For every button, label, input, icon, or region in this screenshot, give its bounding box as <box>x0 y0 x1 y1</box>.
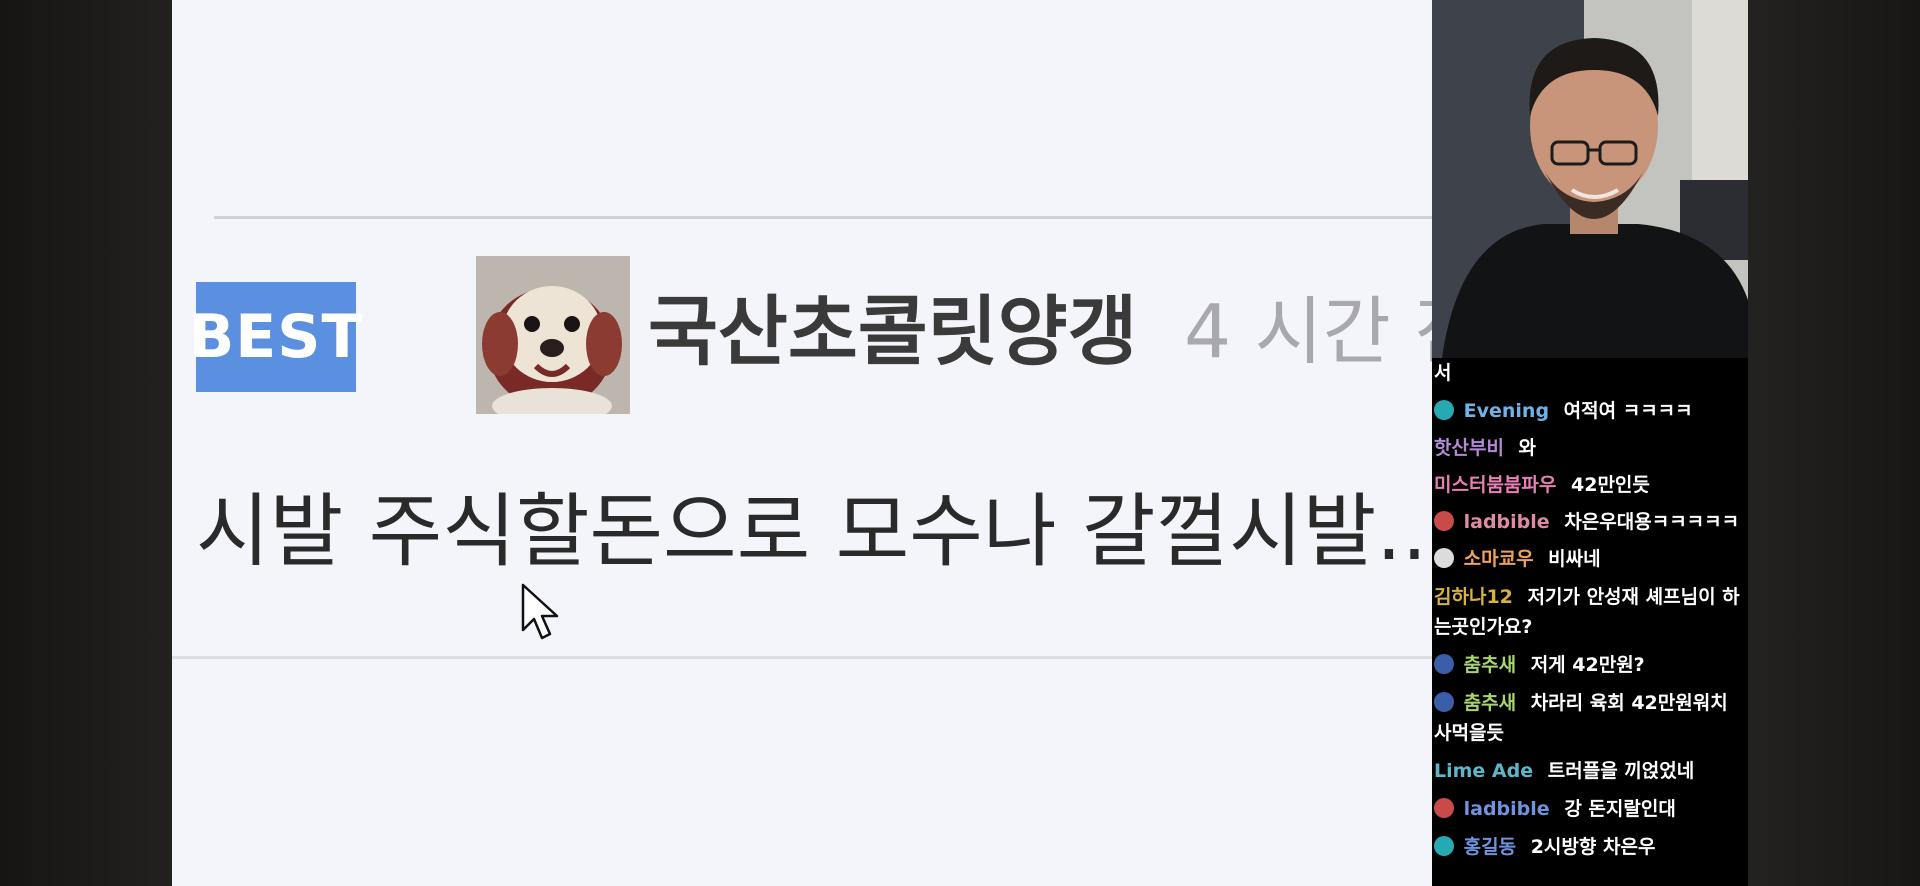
best-badge: BEST <box>189 282 362 392</box>
chat-username: 미스터붐붐파우 <box>1434 474 1557 496</box>
chat-message: 핫산부비 와 <box>1434 437 1537 459</box>
puppy-avatar-icon <box>476 256 630 414</box>
comment-timestamp: 4 시간 전 <box>1184 289 1432 375</box>
chat-username: Evening <box>1463 400 1550 422</box>
avatar-icon <box>1434 692 1454 712</box>
chat-username: 김하나12 <box>1434 586 1513 608</box>
avatar-icon <box>1434 548 1454 568</box>
chat-message: 춤추새 저게 42만원? <box>1434 650 1746 680</box>
badge-icon <box>1434 400 1454 420</box>
divider-bottom <box>172 656 1432 659</box>
chat-message: 소마쿄우 비싸네 <box>1434 544 1746 574</box>
chat-username: Lime Ade <box>1434 760 1534 782</box>
chat-message: 춤추새 차라리 육회 42만원워치 사먹을듯 <box>1434 692 1728 744</box>
comment-username[interactable]: 국산초콜릿양갱 <box>648 282 1137 382</box>
chat-username: 춤추새 <box>1463 654 1517 676</box>
chat-message: 미스터붐붐파우 42만인듯 <box>1434 474 1650 496</box>
badge-icon <box>1434 836 1454 856</box>
chat-username: ladbible <box>1463 511 1550 533</box>
right-letterbox <box>1748 0 1920 886</box>
commenter-avatar[interactable] <box>476 256 630 414</box>
chat-message: 서 <box>1434 362 1452 384</box>
divider-top <box>214 216 1432 219</box>
chat-message: Lime Ade 트러플을 끼얹었네 <box>1434 760 1695 782</box>
chat-message: 김하나12 저기가 안성재 셰프님이 하는곳인가요? <box>1434 586 1740 638</box>
chat-username: 홍길동 <box>1463 836 1517 858</box>
avatar-icon <box>1434 798 1454 818</box>
chat-message: ladbible 강 돈지랄인대 <box>1434 794 1746 824</box>
webcam-feed <box>1432 0 1748 358</box>
left-letterbox <box>0 0 172 886</box>
chat-message: 홍길동 2시방향 차은우 <box>1434 832 1746 862</box>
chat-username: 핫산부비 <box>1434 437 1504 459</box>
comment-view: BEST 국산초콜릿양갱 4 시간 전 시발 주식할돈으로 모수나 갈껄시발.. <box>172 0 1432 886</box>
chat-username: ladbible <box>1463 798 1550 820</box>
chat-message: Evening 여적여 ㅋㅋㅋㅋ <box>1434 396 1746 426</box>
mouse-cursor-icon <box>520 582 560 642</box>
live-chat[interactable]: 서 Evening 여적여 ㅋㅋㅋㅋ 핫산부비 와 미스터붐붐파우 42만인듯 … <box>1432 358 1748 886</box>
avatar-icon <box>1434 511 1454 531</box>
chat-username: 춤추새 <box>1463 692 1517 714</box>
chat-username: 소마쿄우 <box>1463 548 1534 570</box>
avatar-icon <box>1434 654 1454 674</box>
chat-message: ladbible 차은우대용ㅋㅋㅋㅋㅋ <box>1434 507 1746 537</box>
comment-text: 시발 주식할돈으로 모수나 갈껄시발.. <box>196 485 1428 578</box>
